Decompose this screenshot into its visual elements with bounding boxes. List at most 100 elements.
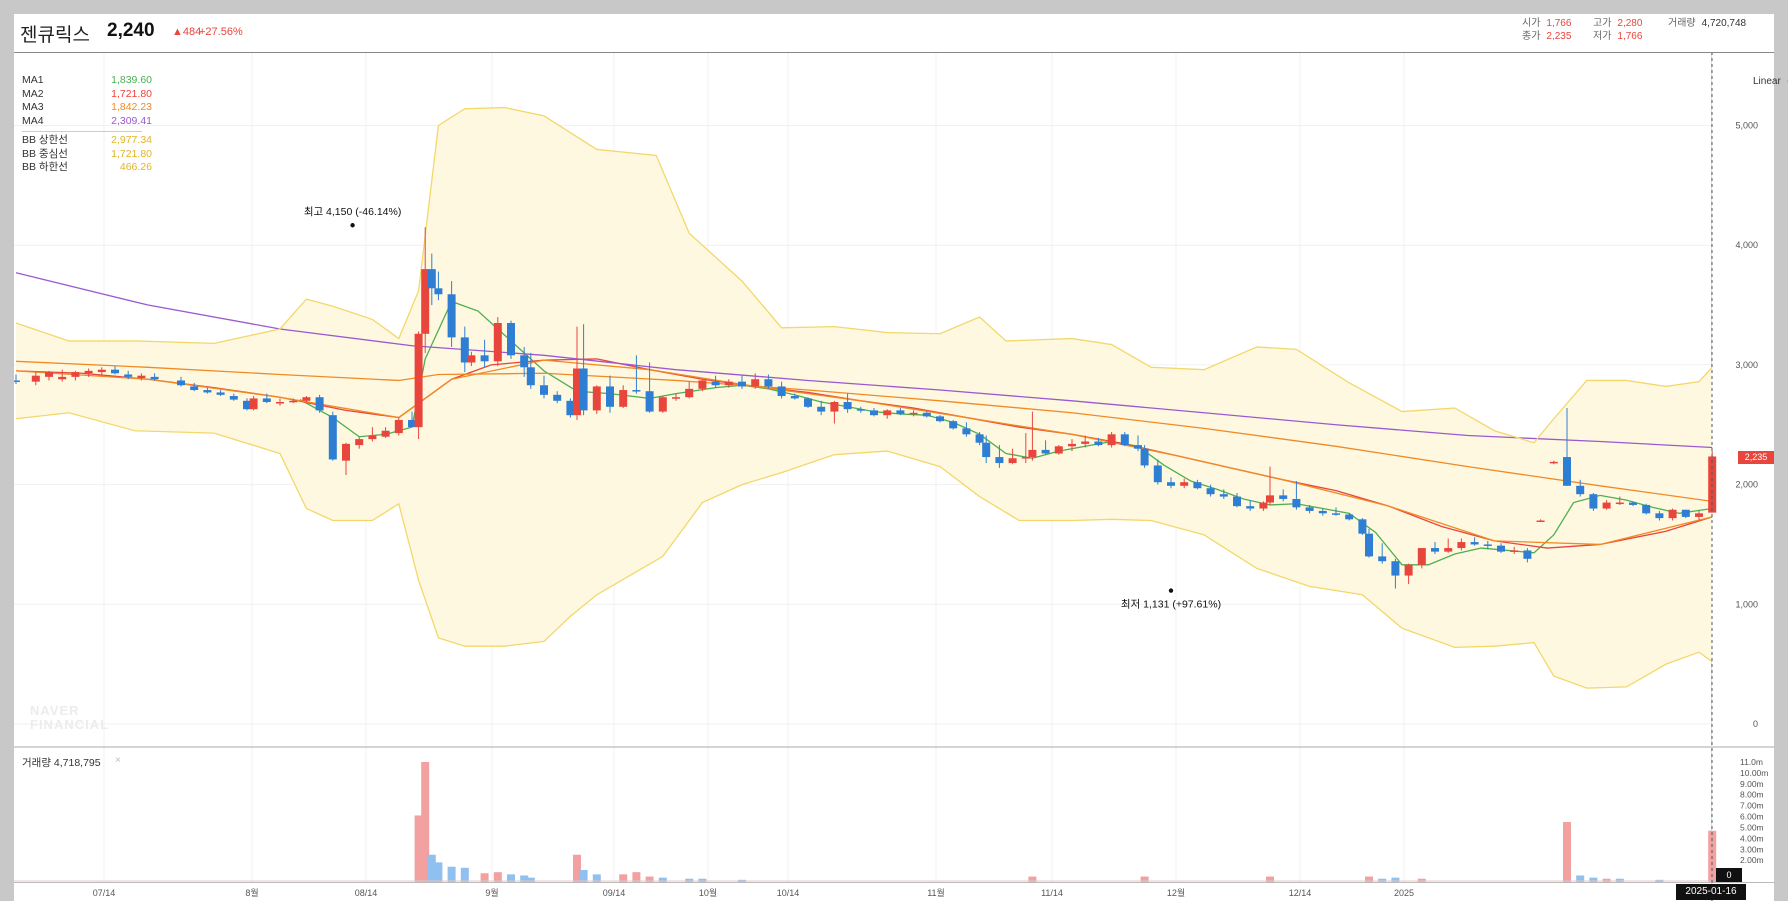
candle-body (1358, 519, 1367, 534)
candle-body (777, 386, 786, 397)
candle-body (368, 435, 377, 440)
candle-body (619, 390, 628, 407)
candle-body (909, 412, 918, 415)
close-icon[interactable]: × (115, 755, 121, 766)
candle-body (31, 375, 40, 382)
candle-body (540, 385, 548, 395)
annotation-label: 최고 4,150 (-46.14%) (304, 206, 402, 218)
candle-body (1219, 494, 1228, 497)
candle-body (579, 368, 588, 411)
candle-body (315, 397, 324, 411)
candle-body (1180, 482, 1189, 486)
candle-body (480, 355, 489, 362)
candle-body (1655, 513, 1664, 519)
candle-body (97, 369, 106, 373)
candle-body (434, 288, 443, 295)
candle-body (111, 369, 119, 374)
candle-body (1668, 509, 1677, 519)
chart-frame: 0 1,000 2,000 3,000 4,000 5,000 2.00m 3.00m 4.00… (14, 14, 1788, 901)
y-tick-label: 0 (1753, 719, 1758, 729)
candle-body (520, 355, 529, 368)
candle-body (1589, 494, 1598, 509)
volume-bar (1563, 822, 1571, 882)
volume-bar (460, 867, 469, 882)
scale-mode-selector[interactable]: Linear (1753, 76, 1781, 87)
candle-body (1318, 510, 1327, 514)
x-tick-label: 08/14 (355, 888, 378, 898)
legend-ma4[interactable]: MA4 2,309.41 (22, 115, 152, 129)
volume-tick-label: 3.00m (1740, 844, 1764, 854)
candle-body (414, 333, 423, 428)
candle-body (249, 398, 258, 410)
candle-body (1523, 550, 1532, 559)
candle-body (995, 457, 1004, 464)
candle-body (1470, 542, 1479, 545)
candle-body (1431, 548, 1439, 552)
annotation-marker (350, 223, 355, 228)
volume-bar (698, 878, 707, 882)
candle-body (203, 390, 212, 393)
candle-body (427, 269, 436, 289)
candle-body (447, 294, 456, 338)
candle-body (1167, 482, 1175, 486)
candle-body (962, 428, 971, 435)
legend-bb-lower[interactable]: BB 하한선 466.26 (22, 161, 152, 175)
legend-bb-upper[interactable]: BB 상한선 2,977.34 (22, 134, 152, 148)
volume-bar (434, 862, 443, 882)
candle-body (302, 397, 311, 401)
chart-canvas[interactable]: 0 1,000 2,000 3,000 4,000 5,000 2.00m3.00m4.00… (14, 14, 1774, 901)
volume-tick-label: 11.0m (1740, 757, 1763, 767)
x-tick-label: 10월 (699, 887, 717, 898)
candle-body (804, 398, 812, 407)
x-tick-label: 09/14 (603, 888, 626, 898)
candle-body (856, 409, 865, 411)
x-tick-label: 9월 (485, 887, 498, 898)
candle-body (526, 367, 535, 386)
annotation-label: 최저 1,131 (+97.61%) (1121, 599, 1221, 611)
legend-ma3[interactable]: MA3 1,842.23 (22, 101, 152, 115)
candle-body (1193, 482, 1202, 489)
candle-body (467, 355, 476, 363)
candle-body (289, 400, 298, 403)
candle-body (949, 421, 958, 429)
volume-tick-label: 10.00m (1740, 768, 1768, 778)
legend-ma2[interactable]: MA2 1,721.80 (22, 88, 152, 102)
candle-body (658, 397, 667, 412)
candle-body (982, 442, 991, 458)
close-price: 종가 2,235 (1522, 31, 1572, 42)
x-tick-label: 07/14 (93, 888, 116, 898)
candle-body (1549, 461, 1558, 464)
candle-body (724, 381, 733, 386)
candle-body (606, 386, 614, 407)
bollinger-band-fill (16, 107, 1713, 689)
volume-bar (1615, 878, 1624, 882)
candle-body (1483, 544, 1492, 546)
candle-body (1332, 513, 1340, 515)
candle-body (1602, 502, 1611, 509)
legend-bb-middle[interactable]: BB 중심선 1,721.80 (22, 148, 152, 162)
candle-body (1292, 498, 1301, 508)
candle-body (1266, 495, 1274, 503)
candle-body (14, 380, 20, 382)
candle-body (1497, 545, 1505, 552)
volume-tick-label: 9.00m (1740, 779, 1764, 789)
candle-body (1081, 441, 1090, 444)
candle-body (698, 380, 707, 389)
candle-body (1233, 496, 1241, 507)
candle-body (553, 394, 562, 401)
candle-body (1153, 465, 1162, 483)
volume-bar (447, 866, 456, 882)
candle-body (1008, 458, 1017, 464)
candle-body (1279, 495, 1288, 499)
candle-body (685, 388, 694, 398)
candle-body (150, 376, 159, 380)
candle-body (84, 370, 93, 374)
candle-body (936, 416, 944, 422)
volume-zero-tag: 0 (1716, 868, 1742, 882)
candle-body (1028, 449, 1037, 458)
candle-body (328, 415, 337, 460)
volume-bar (1602, 878, 1611, 882)
candle-body (1695, 513, 1703, 517)
stock-price: 2,240 (107, 20, 155, 41)
legend-ma1[interactable]: MA1 1,839.60 (22, 74, 152, 88)
